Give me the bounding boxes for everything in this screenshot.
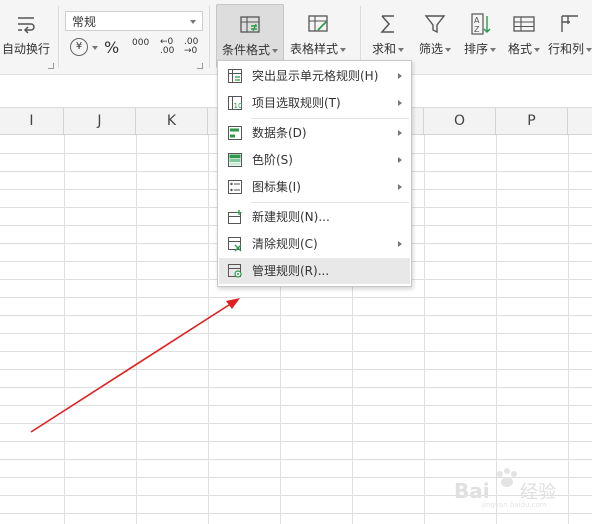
menu-item-label: 清除规则(C): [252, 237, 318, 251]
chevron-down-icon: [272, 48, 278, 53]
group-divider: [58, 6, 59, 68]
submenu-arrow-icon: [398, 157, 402, 163]
column-header-o[interactable]: O: [424, 108, 496, 134]
group-divider: [209, 6, 210, 68]
row-column-button[interactable]: 行和列: [548, 4, 592, 66]
format-table-icon: [513, 16, 535, 32]
chevron-down-icon: [445, 47, 451, 52]
decrease-decimal-button[interactable]: .00 →0: [184, 38, 204, 56]
wrap-text-button[interactable]: 自动换行: [0, 4, 52, 66]
chevron-down-icon: [340, 47, 346, 52]
submenu-arrow-icon: [398, 100, 402, 106]
watermark-logo: Bai 经验 jingyan.baidu.com: [454, 468, 556, 508]
group-divider: [360, 6, 361, 68]
currency-button[interactable]: ¥: [70, 38, 88, 56]
column-header-q[interactable]: [568, 108, 592, 134]
menu-item-color-scale[interactable]: 色阶(S): [219, 147, 410, 173]
top-bottom-icon: 10: [228, 96, 243, 110]
menu-divider: [251, 202, 409, 203]
sort-label: 排序: [463, 42, 488, 56]
group-expand-icon[interactable]: [197, 63, 203, 69]
menu-item-manage-rules[interactable]: 管理规则(R)...: [219, 258, 410, 284]
sum-button[interactable]: 求和: [366, 4, 410, 66]
filter-button[interactable]: 筛选: [414, 4, 456, 66]
svg-text:10: 10: [234, 102, 243, 110]
menu-item-label: 管理规则(R)...: [252, 264, 330, 278]
svg-text:A: A: [474, 16, 480, 25]
svg-text:Bai: Bai: [454, 479, 490, 503]
menu-item-highlight-cells[interactable]: 突出显示单元格规则(H): [219, 63, 410, 89]
submenu-arrow-icon: [398, 241, 402, 247]
icon-sets-icon: [228, 180, 242, 194]
number-format-value: 常规: [72, 15, 97, 29]
group-expand-icon[interactable]: [48, 63, 54, 69]
chevron-down-icon[interactable]: [92, 46, 98, 50]
conditional-format-label: 条件格式: [221, 43, 270, 57]
sigma-icon: [380, 15, 394, 33]
column-header-i[interactable]: I: [0, 108, 64, 134]
new-rule-icon: [228, 210, 242, 224]
sort-button[interactable]: A Z 排序: [459, 4, 501, 66]
chevron-down-icon: [490, 47, 496, 52]
sort-az-icon: A Z: [471, 13, 491, 35]
number-format-select[interactable]: 常规: [65, 11, 203, 31]
chevron-down-icon: [534, 47, 540, 52]
manage-rules-icon: [228, 264, 242, 278]
menu-divider: [251, 118, 409, 119]
menu-item-label: 项目选取规则(T): [252, 96, 341, 110]
menu-item-icon-sets[interactable]: 图标集(I): [219, 174, 410, 200]
submenu-arrow-icon: [398, 73, 402, 79]
menu-item-label: 突出显示单元格规则(H): [252, 69, 379, 83]
menu-item-label: 新建规则(N)...: [252, 210, 330, 224]
conditional-format-icon: [240, 16, 260, 33]
clear-rules-icon: [228, 237, 242, 252]
table-style-button[interactable]: 表格样式: [286, 4, 350, 66]
table-style-icon: [308, 15, 328, 32]
menu-item-label: 色阶(S): [252, 153, 293, 167]
funnel-icon: [424, 15, 446, 34]
column-header-j[interactable]: J: [64, 108, 136, 134]
format-button[interactable]: 格式: [503, 4, 545, 66]
menu-item-clear-rules[interactable]: 清除规则(C): [219, 231, 410, 257]
chevron-down-icon: [190, 20, 196, 24]
table-style-label: 表格样式: [289, 42, 338, 56]
chevron-down-icon: [398, 47, 404, 52]
format-label: 格式: [507, 42, 532, 56]
row-column-label: 行和列: [548, 42, 585, 56]
color-scale-icon: [228, 153, 242, 167]
menu-item-new-rule[interactable]: 新建规则(N)...: [219, 204, 410, 230]
row-column-icon: [561, 15, 578, 32]
percent-button[interactable]: %: [104, 38, 119, 57]
thousands-button[interactable]: 000: [132, 38, 149, 48]
increase-decimal-button[interactable]: ←0 .00: [160, 38, 180, 56]
sum-label: 求和: [371, 42, 396, 56]
wrap-text-icon: [18, 17, 35, 34]
conditional-format-menu: 突出显示单元格规则(H) 10 项目选取规则(T) 数据条(D) 色阶(S) 图…: [217, 60, 412, 287]
highlight-cells-icon: [228, 69, 242, 83]
chevron-down-icon: [586, 47, 592, 52]
wrap-text-label: 自动换行: [1, 42, 50, 56]
column-header-p[interactable]: P: [496, 108, 568, 134]
svg-text:jingyan.baidu.com: jingyan.baidu.com: [481, 501, 547, 508]
column-header-k[interactable]: K: [136, 108, 208, 134]
svg-text:Z: Z: [474, 25, 480, 34]
menu-item-label: 图标集(I): [252, 180, 301, 194]
menu-item-label: 数据条(D): [252, 126, 307, 140]
menu-item-top-bottom[interactable]: 10 项目选取规则(T): [219, 90, 410, 116]
conditional-format-button[interactable]: 条件格式: [216, 4, 284, 68]
data-bars-icon: [228, 126, 242, 140]
submenu-arrow-icon: [398, 130, 402, 136]
menu-item-data-bars[interactable]: 数据条(D): [219, 120, 410, 146]
submenu-arrow-icon: [398, 184, 402, 190]
svg-text:经验: 经验: [520, 482, 556, 503]
filter-label: 筛选: [418, 42, 443, 56]
